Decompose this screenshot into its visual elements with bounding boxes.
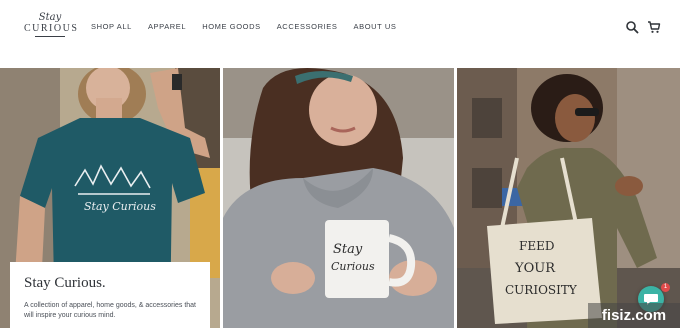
mug-print-line-1: Stay	[333, 242, 363, 257]
cart-button[interactable]	[646, 19, 662, 35]
logo-word: CURIOUS	[24, 23, 79, 34]
promo-card: Stay Curious. A collection of apparel, h…	[10, 262, 210, 328]
tote-print-line-1: FEED	[519, 239, 554, 253]
promo-description: A collection of apparel, home goods, & a…	[24, 302, 196, 319]
search-icon	[626, 21, 639, 34]
nav-shop-all[interactable]: SHOP ALL	[91, 22, 132, 34]
nav-apparel[interactable]: APPAREL	[148, 22, 186, 34]
tote-print-line-2: YOUR	[514, 261, 556, 276]
notification-badge: 1	[661, 283, 670, 292]
tote-print-line-3: CURIOSITY	[505, 283, 578, 297]
tee-print-text: Stay Curious	[84, 200, 156, 213]
site-logo[interactable]: Stay CURIOUS	[24, 12, 79, 46]
nav-about-us[interactable]: ABOUT US	[353, 22, 396, 34]
hero-banner: Stay Curious Stay Curious FEED YOUR CURI…	[0, 68, 680, 328]
logo-underline	[35, 36, 65, 37]
search-button[interactable]	[624, 19, 640, 35]
hero-image-mug[interactable]: Stay Curious	[223, 68, 454, 328]
main-nav: SHOP ALL APPAREL HOME GOODS ACCESSORIES …	[91, 22, 397, 34]
cart-icon	[648, 21, 661, 33]
watermark: fisiz.com	[588, 303, 680, 328]
promo-title: Stay Curious.	[24, 275, 106, 291]
logo-script: Stay	[38, 12, 62, 23]
nav-home-goods[interactable]: HOME GOODS	[202, 22, 261, 34]
nav-accessories[interactable]: ACCESSORIES	[277, 22, 338, 34]
mug-print-line-2: Curious	[331, 260, 375, 273]
site-header: Stay CURIOUS SHOP ALL APPAREL HOME GOODS…	[0, 0, 680, 68]
